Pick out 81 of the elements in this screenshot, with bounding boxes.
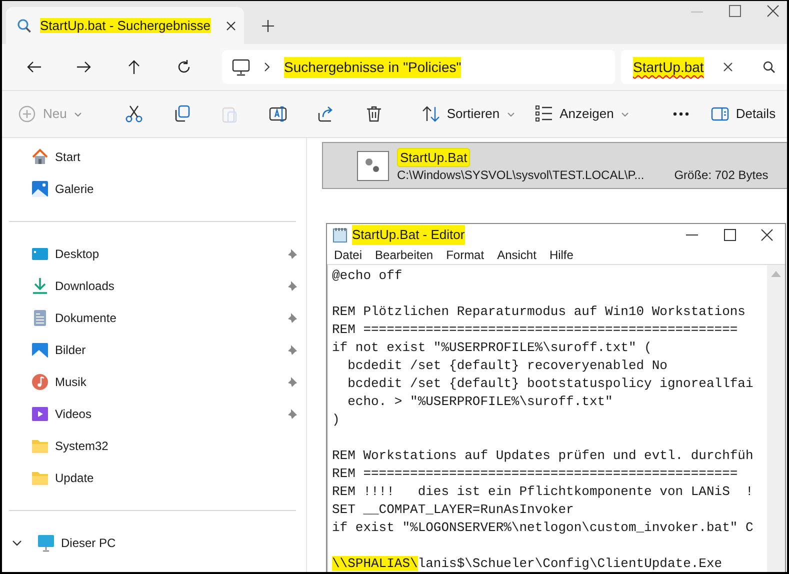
monitor-icon [232, 58, 250, 76]
code-line: echo. > "%USERPROFILE%\suroff.txt" [346, 393, 613, 411]
music-note-icon [31, 373, 49, 391]
clear-icon[interactable] [723, 62, 733, 72]
search-icon[interactable] [763, 61, 775, 73]
menu-button[interactable]: Sortieren [414, 97, 523, 131]
plus-icon[interactable] [262, 20, 274, 32]
folder-icon [31, 437, 49, 455]
home-icon [31, 148, 49, 166]
list-icon [534, 105, 553, 123]
sidebar-item[interactable]: System32 [55, 439, 108, 453]
code-line: REM !!!! dies ist ein Pflichtkomponente von LANiS ! [332, 483, 754, 501]
browser-tab[interactable]: StartUp.bat - Suchergebnisse [6, 7, 244, 44]
menu-item[interactable]: Hilfe [549, 246, 574, 264]
trash-icon [364, 105, 383, 123]
menu-item[interactable]: Ansicht [497, 246, 536, 264]
search-icon [16, 18, 32, 34]
code-line: if exist "%LOGONSERVER%\netlogon\custom_invoker.bat" C [332, 519, 754, 537]
rename-icon [268, 105, 287, 123]
chevron-right-icon [264, 62, 270, 72]
sidebar-item[interactable]: Galerie [55, 182, 94, 196]
file-size: Größe: 702 Bytes [674, 166, 768, 184]
sidebar-item[interactable]: Musik [55, 375, 86, 389]
video-icon [31, 405, 49, 423]
sidebar-item[interactable]: Downloads [55, 279, 114, 293]
code-line: bcdedit /set {default} bootstatuspolicy ignoreallfai [346, 375, 754, 393]
code-line: if not exist "%USERPROFILE%\suroff.txt" ( [332, 339, 652, 357]
address-bar[interactable]: Suchergebnisse in "Policies" [222, 50, 615, 84]
sidebar-item[interactable]: Update [55, 471, 94, 485]
share-icon [316, 105, 335, 123]
up-arrow-icon[interactable] [126, 59, 142, 75]
editor-title: StartUp.Bat - Editor [352, 225, 465, 245]
code-line: @echo off [332, 267, 402, 285]
sidebar-item[interactable]: Dieser PC [61, 536, 116, 550]
copy-icon [172, 105, 191, 123]
close-icon[interactable] [226, 20, 236, 30]
monitor-icon [37, 534, 55, 552]
scissors-icon [124, 105, 143, 123]
code-line: REM ================================================ [332, 465, 738, 483]
clipboard-icon [220, 105, 239, 123]
breadcrumb-path[interactable]: Suchergebnisse in "Policies" [284, 56, 462, 78]
search-result-row[interactable]: StartUp.Bat C:\Windows\SYSVOL\sysvol\TEST.LOCAL\P... Größe: 702 Bytes [322, 142, 787, 189]
chevron-down-icon[interactable] [12, 538, 22, 548]
sidebar-item[interactable]: Desktop [55, 247, 100, 261]
desktop-icon [31, 245, 49, 263]
code-line: bcdedit /set {default} recoveryenabled No [346, 357, 668, 375]
caret-icon [620, 112, 629, 116]
notepad-icon [332, 227, 348, 243]
sidebar-item[interactable]: Videos [55, 407, 92, 421]
folder-icon [31, 469, 49, 487]
caret-icon [506, 112, 515, 116]
more-icon [672, 111, 690, 117]
code-line: SET __COMPAT_LAYER=RunAsInvoker [332, 501, 574, 519]
sidebar-item[interactable]: Bilder [55, 343, 86, 357]
code-line: ) [332, 411, 340, 429]
document-icon [31, 309, 49, 327]
download-icon [31, 277, 49, 295]
sidebar-item[interactable]: Start [55, 150, 80, 164]
forward-arrow-icon[interactable] [76, 59, 92, 75]
refresh-icon[interactable] [176, 59, 192, 75]
menu-item[interactable]: Bearbeiten [375, 246, 434, 264]
close-icon[interactable] [761, 229, 773, 241]
file-name: StartUp.Bat [397, 148, 470, 166]
caret-icon [74, 112, 82, 116]
file-path: C:\Windows\SYSVOL\sysvol\TEST.LOCAL\P... [397, 166, 644, 184]
code-line: REM Plötzlichen Reparaturmodus auf Win10 Workstations [332, 303, 746, 321]
menu-item[interactable]: Datei [334, 246, 362, 264]
menu-item[interactable]: Format [446, 246, 484, 264]
code-line: \\SPHALIAS\lanis$\Schueler\Config\ClientUpdate.Exe [332, 555, 722, 572]
details-button[interactable]: Details [704, 97, 782, 131]
sort-icon [422, 105, 440, 123]
close-icon[interactable] [767, 5, 779, 17]
maximize-icon[interactable] [724, 229, 736, 241]
code-line: REM Workstations auf Updates prüfen und evtl. durchfüh [332, 447, 754, 465]
menu-button[interactable]: Anzeigen [526, 97, 637, 131]
plus-circle-icon [18, 105, 36, 123]
search-field[interactable]: StartUp.bat [621, 50, 787, 84]
sidebar-item[interactable]: Dokumente [55, 311, 116, 325]
panel-icon [710, 107, 729, 121]
code-line: REM ================================================ [332, 321, 738, 339]
back-arrow-icon[interactable] [26, 59, 42, 75]
